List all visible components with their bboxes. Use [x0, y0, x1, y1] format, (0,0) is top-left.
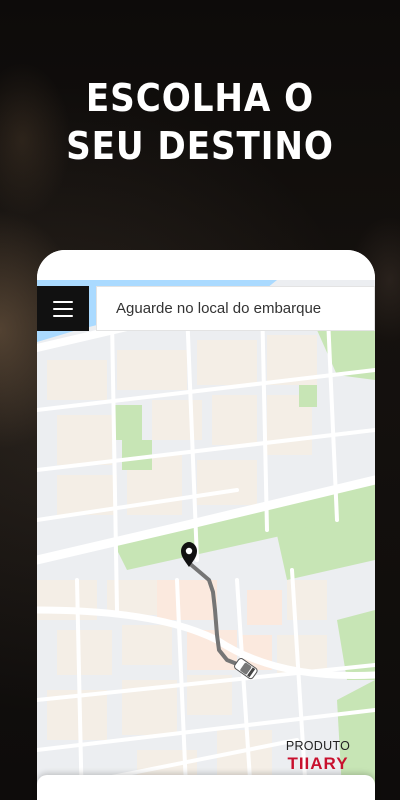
brand-logo: PRODUTO TIIARY: [273, 740, 363, 772]
headline-line-2: SEU DESTINO: [66, 124, 334, 168]
page-headline: ESCOLHA O SEU DESTINO: [20, 74, 380, 170]
status-text: Aguarde no local do embarque: [116, 300, 322, 317]
map-view[interactable]: [37, 280, 375, 800]
brand-name: TIIARY: [287, 753, 349, 773]
brand-top-text: PRODUTO: [285, 739, 351, 753]
bottom-sheet[interactable]: [37, 775, 375, 800]
hamburger-menu-icon: [53, 300, 73, 303]
headline-line-1: ESCOLHA O: [85, 76, 315, 120]
menu-button[interactable]: [37, 286, 89, 331]
phone-mockup: Aguarde no local do embarque: [37, 250, 375, 800]
status-message: Aguarde no local do embarque: [96, 286, 375, 331]
